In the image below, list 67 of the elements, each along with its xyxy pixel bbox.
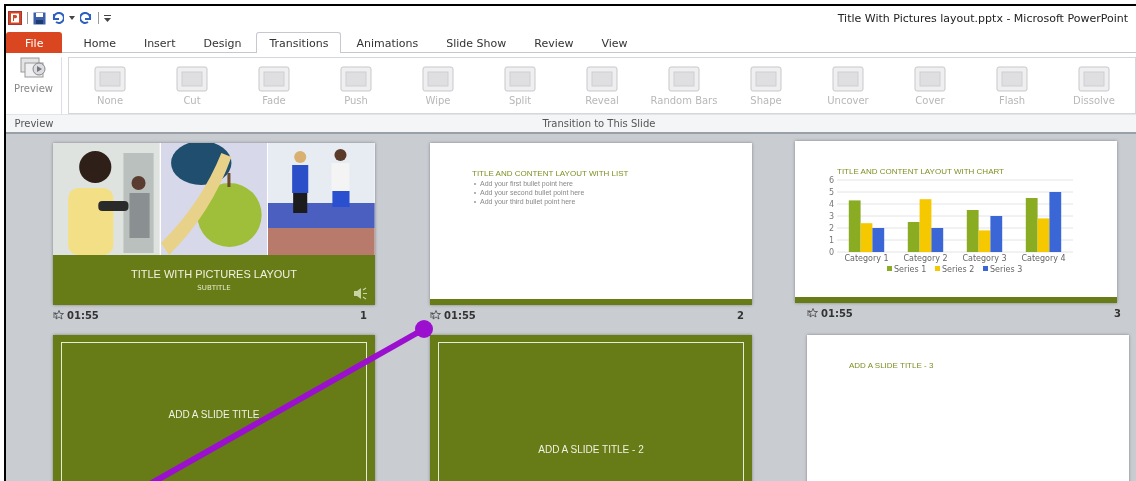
slide-timing: 01:55 (444, 309, 476, 321)
slide-icon (832, 65, 864, 92)
slide-title: ADD A SLIDE TITLE - 3 (849, 361, 935, 370)
slide-timing: 01:55 (821, 307, 853, 319)
category-label: Category 4 (1021, 254, 1066, 263)
slide-icon (422, 65, 454, 92)
slide-icon (586, 65, 618, 92)
slide-title: ADD A SLIDE TITLE - 2 (538, 444, 644, 457)
legend-label: Series 3 (990, 264, 1023, 274)
slide-thumbnail[interactable]: ADD A SLIDE TITLE (53, 335, 375, 481)
slide-thumbnail[interactable]: TITLE AND CONTENT LAYOUT WITH CHART 0 1 2 3 4 5 6 Category 1 Category 2 Category 3 Category 4 Series 1 Series 2 Series 3 (795, 141, 1117, 303)
ribbon-tab[interactable]: Animations (343, 32, 432, 53)
axis-tick-label: 0 (828, 248, 834, 257)
ribbon-tab[interactable]: Review (521, 32, 587, 53)
slide-icon (750, 65, 782, 92)
axis-tick-label: 3 (828, 212, 834, 221)
preview-icon (19, 57, 48, 81)
chart-bar (872, 228, 885, 252)
slide-timing: 01:55 (67, 309, 99, 321)
slide-title: TITLE AND CONTENT LAYOUT WITH CHART (837, 167, 1005, 176)
redo-icon[interactable] (80, 12, 93, 24)
window-title: Title With Pictures layout.pptx - Microsoft PowerPoint (837, 11, 1128, 25)
slide-title: ADD A SLIDE TITLE (168, 409, 260, 422)
axis-tick-label: 5 (828, 188, 834, 197)
slide-icon (668, 65, 700, 92)
slide-title: TITLE AND CONTENT LAYOUT WITH LIST (472, 169, 630, 178)
axis-tick-label: 6 (828, 176, 834, 185)
transition-star-icon (53, 310, 64, 320)
preview-button[interactable]: Preview (14, 57, 53, 114)
transition-star-icon (430, 310, 441, 320)
save-icon[interactable] (33, 11, 46, 25)
transition-star-icon (807, 308, 818, 318)
slide-icon (914, 65, 946, 92)
slide-icon (176, 65, 208, 92)
legend-label: Series 2 (942, 264, 975, 274)
slide-number: 1 (360, 309, 367, 321)
slide-number: 3 (1114, 307, 1121, 319)
slide-thumbnail[interactable]: ADD A SLIDE TITLE - 3 (807, 335, 1129, 481)
group-label: Preview (13, 118, 55, 129)
customize-toolbar-icon[interactable] (104, 14, 111, 22)
ribbon-tab[interactable]: Transitions (256, 32, 342, 53)
slide-thumbnail[interactable]: ADD A SLIDE TITLE - 2 (430, 335, 752, 481)
slide-icon (340, 65, 372, 92)
ribbon-tab[interactable]: Home (70, 32, 129, 53)
ribbon-tab[interactable]: Slide Show (433, 32, 520, 53)
ribbon-tab[interactable]: View (588, 32, 641, 53)
axis-tick-label: 1 (828, 236, 834, 245)
slide-icon (996, 65, 1028, 92)
legend-label: Series 1 (894, 264, 927, 274)
slide-icon (94, 65, 126, 92)
slide-title: TITLE WITH PICTURES LAYOUT (131, 268, 297, 280)
slide-icon (1078, 65, 1110, 92)
group-label: Transition to This Slide (541, 118, 657, 129)
ribbon-tab[interactable]: Design (190, 32, 255, 53)
axis-tick-label: 4 (828, 200, 834, 209)
slide-number: 2 (737, 309, 744, 321)
undo-icon[interactable] (51, 12, 64, 24)
powerpoint-logo-icon[interactable] (8, 11, 22, 25)
caret-icon[interactable] (69, 16, 75, 20)
axis-tick-label: 2 (828, 224, 834, 233)
file-tab[interactable]: File (6, 32, 63, 53)
slide-icon (504, 65, 536, 92)
slide-icon (258, 65, 290, 92)
category-label: Category 2 (903, 254, 948, 263)
ribbon-tab[interactable]: Insert (130, 32, 189, 53)
category-label: Category 1 (844, 254, 889, 263)
category-label: Category 3 (962, 254, 1007, 263)
